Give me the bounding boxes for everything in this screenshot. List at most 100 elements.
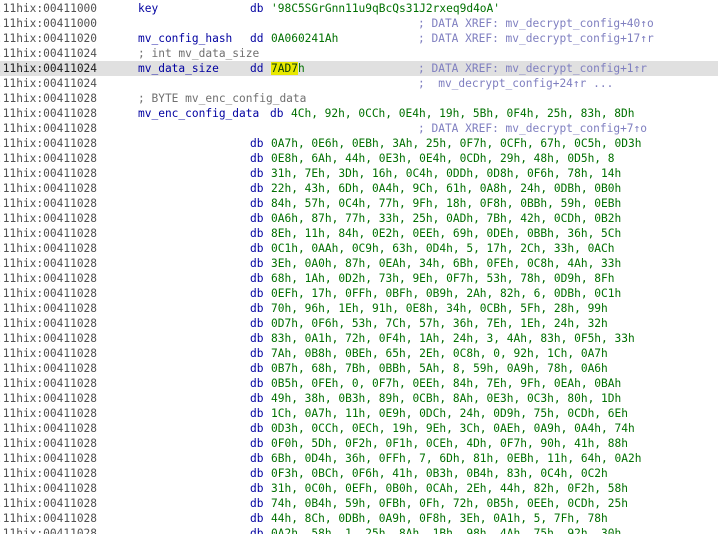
operands[interactable]: 0D3h, 0CCh, 0ECh, 19h, 9Eh, 3Ch, 0AEh, 0… bbox=[271, 421, 635, 436]
address[interactable]: .11hix:00411028 bbox=[0, 211, 97, 226]
operands[interactable]: 0A7h, 0E6h, 0EBh, 3Ah, 25h, 0F7h, 0CFh, … bbox=[271, 136, 641, 151]
disasm-line[interactable]: .11hix:00411020 mv_config_hash dd 0A060241A… bbox=[0, 31, 718, 46]
operands[interactable]: 0EFh, 17h, 0FFh, 0BFh, 0B9h, 2Ah, 82h, 6… bbox=[271, 286, 621, 301]
address[interactable]: .11hix:00411024 bbox=[0, 61, 97, 76]
address[interactable]: .11hix:00411028 bbox=[0, 121, 97, 136]
address[interactable]: .11hix:00411028 bbox=[0, 376, 97, 391]
address[interactable]: .11hix:00411028 bbox=[0, 256, 97, 271]
disasm-line[interactable]: .11hix:00411028 db 0A6h, 87h, 77h, 33h, 25… bbox=[0, 211, 718, 226]
disasm-line[interactable]: .11hix:00411028 db 44h, 8Ch, 0DBh, 0A9h, 0… bbox=[0, 511, 718, 526]
operands[interactable]: 0A2h, 58h, 1, 25h, 8Ah, 1Bh, 98h, 4Ah, 7… bbox=[271, 526, 621, 534]
address[interactable]: .11hix:00411028 bbox=[0, 481, 97, 496]
disasm-line[interactable]: .11hix:00411028 db 0B7h, 68h, 7Bh, 0BBh, 5… bbox=[0, 361, 718, 376]
operands[interactable]: 0D7h, 0F6h, 53h, 7Ch, 57h, 36h, 7Eh, 1Eh… bbox=[271, 316, 608, 331]
xref-comment[interactable]: ; mv_decrypt_config+24↑r ... bbox=[418, 76, 613, 91]
disasm-line[interactable]: .11hix:00411028 db 31h, 0C0h, 0EFh, 0B0h, … bbox=[0, 481, 718, 496]
disasm-line[interactable]: .11hix:00411000 ; DATA XREF: mv_decrypt_c… bbox=[0, 16, 718, 31]
address[interactable]: .11hix:00411028 bbox=[0, 421, 97, 436]
highlighted-value[interactable]: 7AD7 bbox=[271, 62, 298, 75]
operands[interactable]: 0A060241Ah bbox=[271, 31, 338, 46]
xref-comment[interactable]: ; DATA XREF: mv_decrypt_config+7↑o bbox=[418, 121, 647, 136]
address[interactable]: .11hix:00411028 bbox=[0, 346, 97, 361]
disasm-line[interactable]: .11hix:00411028 ; BYTE mv_enc_config_data bbox=[0, 91, 718, 106]
disasm-line[interactable]: .11hix:00411028 db 0A7h, 0E6h, 0EBh, 3Ah, … bbox=[0, 136, 718, 151]
operands[interactable]: 31h, 7Eh, 3Dh, 16h, 0C4h, 0DDh, 0D8h, 0F… bbox=[271, 166, 621, 181]
symbol-label[interactable]: key bbox=[138, 1, 158, 16]
operands[interactable]: 83h, 0A1h, 72h, 0F4h, 1Ah, 24h, 3, 4Ah, … bbox=[271, 331, 635, 346]
operands[interactable]: 31h, 0C0h, 0EFh, 0B0h, 0CAh, 2Eh, 44h, 8… bbox=[271, 481, 628, 496]
address[interactable]: .11hix:00411028 bbox=[0, 106, 97, 121]
address[interactable]: .11hix:00411028 bbox=[0, 511, 97, 526]
symbol-label[interactable]: mv_enc_config_data bbox=[138, 106, 259, 121]
address[interactable]: .11hix:00411028 bbox=[0, 316, 97, 331]
address[interactable]: .11hix:00411028 bbox=[0, 451, 97, 466]
operands[interactable]: 0B7h, 68h, 7Bh, 0BBh, 5Ah, 8, 59h, 0A9h,… bbox=[271, 361, 608, 376]
address[interactable]: .11hix:00411028 bbox=[0, 166, 97, 181]
address[interactable]: .11hix:00411028 bbox=[0, 271, 97, 286]
operands[interactable]: 70h, 96h, 1Eh, 91h, 0E8h, 34h, 0CBh, 5Fh… bbox=[271, 301, 608, 316]
disasm-line[interactable]: .11hix:00411028 db 0D3h, 0CCh, 0ECh, 19h, … bbox=[0, 421, 718, 436]
operands[interactable]: 0E8h, 6Ah, 44h, 0E3h, 0E4h, 0CDh, 29h, 4… bbox=[271, 151, 615, 166]
operands[interactable]: 4Ch, 92h, 0CCh, 0E4h, 19h, 5Bh, 0F4h, 25… bbox=[291, 106, 635, 121]
address[interactable]: .11hix:00411028 bbox=[0, 301, 97, 316]
disasm-line[interactable]: .11hix:00411028 db 22h, 43h, 6Dh, 0A4h, 9C… bbox=[0, 181, 718, 196]
disasm-line[interactable]: .11hix:00411028 db 49h, 38h, 0B3h, 89h, 0C… bbox=[0, 391, 718, 406]
operands[interactable]: 68h, 1Ah, 0D2h, 73h, 9Eh, 0F7h, 53h, 78h… bbox=[271, 271, 615, 286]
disasm-line[interactable]: .11hix:00411028 db 8Eh, 11h, 84h, 0E2h, 0E… bbox=[0, 226, 718, 241]
operands[interactable]: 6Bh, 0D4h, 36h, 0FFh, 7, 6Dh, 81h, 0EBh,… bbox=[271, 451, 641, 466]
disasm-line[interactable]: .11hix:00411000 key db '98C5SGrGnn11u9qBcQs… bbox=[0, 1, 718, 16]
disasm-line[interactable]: .11hix:00411028 db 0D7h, 0F6h, 53h, 7Ch, 5… bbox=[0, 316, 718, 331]
address[interactable]: .11hix:00411028 bbox=[0, 286, 97, 301]
disasm-line[interactable]: .11hix:00411028 db 1Ch, 0A7h, 11h, 0E9h, 0… bbox=[0, 406, 718, 421]
operands[interactable]: 74h, 0B4h, 59h, 0FBh, 0Fh, 72h, 0B5h, 0E… bbox=[271, 496, 628, 511]
operands[interactable]: 1Ch, 0A7h, 11h, 0E9h, 0DCh, 24h, 0D9h, 7… bbox=[271, 406, 628, 421]
address[interactable]: .11hix:00411020 bbox=[0, 31, 97, 46]
operands[interactable]: 0B5h, 0FEh, 0, 0F7h, 0EEh, 84h, 7Eh, 9Fh… bbox=[271, 376, 621, 391]
address[interactable]: .11hix:00411028 bbox=[0, 436, 97, 451]
address[interactable]: .11hix:00411024 bbox=[0, 76, 97, 91]
operands[interactable]: 8Eh, 11h, 84h, 0E2h, 0EEh, 69h, 0DEh, 0B… bbox=[271, 226, 621, 241]
disasm-line[interactable]: .11hix:00411028 db 7Ah, 0B8h, 0BEh, 65h, 2… bbox=[0, 346, 718, 361]
disasm-line[interactable]: .11hix:00411028 db 6Bh, 0D4h, 36h, 0FFh, 7… bbox=[0, 451, 718, 466]
disasm-line[interactable]: .11hix:00411028 db 83h, 0A1h, 72h, 0F4h, 1… bbox=[0, 331, 718, 346]
disasm-line[interactable]: .11hix:00411028 db 0EFh, 17h, 0FFh, 0BFh, … bbox=[0, 286, 718, 301]
address[interactable]: .11hix:00411028 bbox=[0, 466, 97, 481]
operands[interactable]: 84h, 57h, 0C4h, 77h, 9Fh, 18h, 0F8h, 0BB… bbox=[271, 196, 621, 211]
operands[interactable]: 3Eh, 0A0h, 87h, 0EAh, 34h, 6Bh, 0FEh, 0C… bbox=[271, 256, 621, 271]
operands[interactable]: 44h, 8Ch, 0DBh, 0A9h, 0F8h, 3Eh, 0A1h, 5… bbox=[271, 511, 608, 526]
address[interactable]: .11hix:00411028 bbox=[0, 181, 97, 196]
operands[interactable]: 7Ah, 0B8h, 0BEh, 65h, 2Eh, 0C8h, 0, 92h,… bbox=[271, 346, 608, 361]
operands[interactable]: 49h, 38h, 0B3h, 89h, 0CBh, 8Ah, 0E3h, 0C… bbox=[271, 391, 621, 406]
address[interactable]: .11hix:00411028 bbox=[0, 91, 97, 106]
address[interactable]: .11hix:00411028 bbox=[0, 196, 97, 211]
disasm-line[interactable]: .11hix:00411028 ; DATA XREF: mv_decrypt_c… bbox=[0, 121, 718, 136]
disasm-line[interactable]: .11hix:00411028 db 68h, 1Ah, 0D2h, 73h, 9E… bbox=[0, 271, 718, 286]
address[interactable]: .11hix:00411028 bbox=[0, 331, 97, 346]
disasm-line[interactable]: .11hix:00411028 db 0F3h, 0BCh, 0F6h, 41h, … bbox=[0, 466, 718, 481]
address[interactable]: .11hix:00411028 bbox=[0, 496, 97, 511]
disasm-line[interactable]: .11hix:00411028 db 0B5h, 0FEh, 0, 0F7h, 0E… bbox=[0, 376, 718, 391]
address[interactable]: .11hix:00411028 bbox=[0, 361, 97, 376]
xref-comment[interactable]: ; DATA XREF: mv_decrypt_config+1↑r bbox=[418, 61, 647, 76]
disasm-line[interactable]: .11hix:00411028 db 84h, 57h, 0C4h, 77h, 9F… bbox=[0, 196, 718, 211]
operands[interactable]: 0F0h, 5Dh, 0F2h, 0F1h, 0CEh, 4Dh, 0F7h, … bbox=[271, 436, 628, 451]
address[interactable]: .11hix:00411000 bbox=[0, 1, 97, 16]
disasm-line[interactable]: .11hix:00411024 ; mv_decrypt_config+24↑r … bbox=[0, 76, 718, 91]
disasm-line[interactable]: .11hix:00411028 db 31h, 7Eh, 3Dh, 16h, 0C4… bbox=[0, 166, 718, 181]
operands[interactable]: 0C1h, 0AAh, 0C9h, 63h, 0D4h, 5, 17h, 2Ch… bbox=[271, 241, 615, 256]
address[interactable]: .11hix:00411028 bbox=[0, 151, 97, 166]
disasm-line[interactable]: .11hix:00411028 db 3Eh, 0A0h, 87h, 0EAh, 3… bbox=[0, 256, 718, 271]
xref-comment[interactable]: ; DATA XREF: mv_decrypt_config+17↑r bbox=[418, 31, 654, 46]
disasm-line[interactable]: .11hix:00411024 mv_data_size dd 7AD7h ; DATA… bbox=[0, 61, 718, 76]
disassembly-view[interactable]: .11hix:00411000 key db '98C5SGrGnn11u9qBcQs… bbox=[0, 0, 718, 534]
operands[interactable]: 0A6h, 87h, 77h, 33h, 25h, 0ADh, 7Bh, 42h… bbox=[271, 211, 621, 226]
disasm-line[interactable]: .11hix:00411028 db 0A2h, 58h, 1, 25h, 8Ah,… bbox=[0, 526, 718, 534]
xref-comment[interactable]: ; DATA XREF: mv_decrypt_config+40↑o bbox=[418, 16, 654, 31]
operands[interactable]: 7AD7h bbox=[271, 61, 305, 76]
disasm-line[interactable]: .11hix:00411028 mv_enc_config_data db 4Ch, … bbox=[0, 106, 718, 121]
address[interactable]: .11hix:00411024 bbox=[0, 46, 97, 61]
address[interactable]: .11hix:00411028 bbox=[0, 391, 97, 406]
disasm-line[interactable]: .11hix:00411028 db 0F0h, 5Dh, 0F2h, 0F1h, … bbox=[0, 436, 718, 451]
address[interactable]: .11hix:00411028 bbox=[0, 406, 97, 421]
disasm-line[interactable]: .11hix:00411028 db 70h, 96h, 1Eh, 91h, 0E8… bbox=[0, 301, 718, 316]
